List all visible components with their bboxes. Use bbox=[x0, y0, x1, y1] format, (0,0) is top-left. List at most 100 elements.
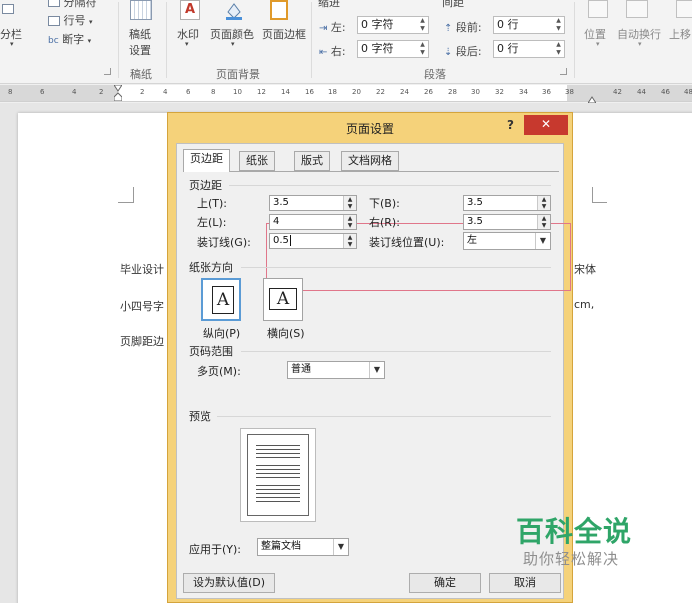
section-title-margins: 页边距 bbox=[189, 179, 222, 192]
ruler-number: 20 bbox=[352, 88, 361, 96]
spacing-after-label: ⇣ 段后: bbox=[444, 45, 482, 58]
spin-icon[interactable]: ▲ ▼ bbox=[553, 41, 564, 57]
ok-button[interactable]: 确定 bbox=[409, 573, 481, 593]
dialog-body: 页边距 纸张 版式 文档网格 页边距 上(T): 3.5 ▲ ▼ 下(B): 3.5… bbox=[176, 143, 571, 599]
paragraph-launcher[interactable] bbox=[560, 68, 567, 75]
chevron-down-icon: ▾ bbox=[596, 40, 600, 48]
ribbon: 分栏 ▾ 分隔符 行号 ▾ bc 断字 ▾ 稿纸 设置 稿纸 A 水印 ▾ 页面… bbox=[0, 0, 692, 84]
page-setup-launcher[interactable] bbox=[104, 68, 111, 75]
page-borders-button[interactable]: 页面边框 bbox=[262, 26, 306, 42]
ribbon-left-icon-top bbox=[2, 4, 14, 17]
bring-forward-icon bbox=[676, 0, 692, 18]
help-button[interactable]: ? bbox=[507, 118, 514, 132]
cancel-button[interactable]: 取消 bbox=[489, 573, 561, 593]
spin-icon[interactable]: ▲ ▼ bbox=[537, 215, 550, 229]
line-numbers-icon bbox=[48, 16, 60, 26]
close-icon: ✕ bbox=[540, 117, 552, 131]
ruler-number: 18 bbox=[328, 88, 337, 96]
apply-to-select[interactable]: 整篇文档 ▼ bbox=[257, 538, 349, 556]
right-margin-label: 右(R): bbox=[369, 216, 400, 229]
ruler-number: 8 bbox=[211, 88, 216, 96]
ruler-number: 12 bbox=[257, 88, 266, 96]
spacing-before-icon: ⇡ bbox=[444, 23, 453, 34]
section-divider bbox=[241, 351, 551, 352]
indent-left-label: ⇥ 左: bbox=[319, 21, 346, 34]
chevron-down-icon: ▾ bbox=[10, 40, 14, 48]
horizontal-ruler[interactable]: 8 6 4 2 2 4 6 8 10 12 14 16 18 20 22 24 … bbox=[0, 84, 692, 104]
watermark-icon: A bbox=[180, 0, 200, 20]
multiple-pages-select[interactable]: 普通 ▼ bbox=[287, 361, 385, 379]
gutter-position-select[interactable]: 左 ▼ bbox=[463, 232, 551, 250]
bottom-margin-label: 下(B): bbox=[369, 197, 400, 210]
draft-paper-button[interactable]: 稿纸 bbox=[129, 26, 151, 42]
left-margin-input[interactable]: 4 ▲ ▼ bbox=[269, 214, 357, 230]
indent-left-input[interactable]: 0 字符 ▲ ▼ bbox=[357, 16, 429, 34]
section-divider bbox=[229, 185, 551, 186]
spin-icon[interactable]: ▲ ▼ bbox=[343, 196, 356, 210]
dialog-titlebar[interactable]: 页面设置 ? ✕ bbox=[168, 113, 572, 143]
spin-icon[interactable]: ▲ ▼ bbox=[537, 196, 550, 210]
draft-paper-button-line2[interactable]: 设置 bbox=[129, 42, 151, 58]
set-default-button[interactable]: 设为默认值(D) bbox=[183, 573, 275, 593]
ruler-number: 6 bbox=[186, 88, 191, 96]
chevron-down-icon: ▾ bbox=[231, 40, 235, 48]
ruler-number: 48 bbox=[684, 88, 692, 96]
draft-paper-icon bbox=[130, 0, 152, 20]
spacing-before-input[interactable]: 0 行 ▲ ▼ bbox=[493, 16, 565, 34]
ruler-number: 2 bbox=[99, 88, 104, 96]
hyphenation-icon: bc bbox=[48, 36, 59, 46]
top-margin-label: 上(T): bbox=[197, 197, 228, 210]
indent-right-label: ⇤ 右: bbox=[319, 45, 346, 58]
chevron-down-icon: ▼ bbox=[333, 539, 348, 555]
watermark-logo-title: 百科全说 bbox=[516, 515, 633, 548]
spin-icon[interactable]: ▲ ▼ bbox=[343, 215, 356, 229]
tab-document-grid[interactable]: 文档网格 bbox=[341, 151, 399, 171]
portrait-icon: A bbox=[212, 286, 234, 314]
landscape-label[interactable]: 横向(S) bbox=[267, 325, 305, 341]
tab-paper[interactable]: 纸张 bbox=[239, 151, 275, 171]
position-button[interactable]: 位置 bbox=[584, 26, 606, 42]
preview-page-icon bbox=[247, 434, 309, 516]
landscape-option[interactable]: A bbox=[263, 278, 303, 321]
doc-text-line: 毕业设计 bbox=[120, 263, 164, 276]
ruler-number: 44 bbox=[637, 88, 646, 96]
spin-icon[interactable]: ▲ ▼ bbox=[343, 234, 356, 248]
indent-right-input[interactable]: 0 字符 ▲ ▼ bbox=[357, 40, 429, 58]
ruler-number: 4 bbox=[163, 88, 168, 96]
top-margin-input[interactable]: 3.5 ▲ ▼ bbox=[269, 195, 357, 211]
ruler-right-margin bbox=[567, 85, 692, 101]
position-icon bbox=[588, 0, 608, 18]
left-indent-marker[interactable] bbox=[113, 84, 123, 102]
tab-layout[interactable]: 版式 bbox=[294, 151, 330, 171]
section-divider bbox=[241, 267, 551, 268]
spin-icon[interactable]: ▲ ▼ bbox=[417, 41, 428, 57]
spacing-after-input[interactable]: 0 行 ▲ ▼ bbox=[493, 40, 565, 58]
right-indent-marker[interactable] bbox=[587, 93, 597, 104]
group-label-draft: 稿纸 bbox=[130, 68, 152, 81]
spin-icon[interactable]: ▲ ▼ bbox=[417, 17, 428, 33]
right-margin-input[interactable]: 3.5 ▲ ▼ bbox=[463, 214, 551, 230]
gutter-position-label: 装订线位置(U): bbox=[369, 236, 445, 249]
ruler-number: 32 bbox=[495, 88, 504, 96]
gutter-input[interactable]: 0.5 ▲ ▼ bbox=[269, 233, 357, 249]
bottom-margin-input[interactable]: 3.5 ▲ ▼ bbox=[463, 195, 551, 211]
doc-text-line: cm, bbox=[574, 298, 595, 311]
close-button[interactable]: ✕ bbox=[524, 115, 568, 135]
hyphenation-button[interactable]: bc 断字 ▾ bbox=[48, 31, 91, 47]
portrait-label[interactable]: 纵向(P) bbox=[203, 325, 240, 341]
group-label-background: 页面背景 bbox=[216, 68, 260, 81]
section-title-pages: 页码范围 bbox=[189, 345, 233, 358]
portrait-option[interactable]: A bbox=[201, 278, 241, 321]
tab-margins[interactable]: 页边距 bbox=[183, 149, 230, 172]
breaks-icon bbox=[48, 0, 60, 7]
bring-forward-button[interactable]: 上移 bbox=[669, 26, 691, 42]
wrap-text-icon bbox=[626, 0, 648, 18]
indent-left-icon: ⇥ bbox=[319, 23, 328, 34]
breaks-button[interactable]: 分隔符 bbox=[48, 0, 97, 10]
indent-right-icon: ⇤ bbox=[319, 47, 328, 58]
spacing-before-label: ⇡ 段前: bbox=[444, 21, 482, 34]
left-margin-label: 左(L): bbox=[197, 216, 227, 229]
line-numbers-button[interactable]: 行号 ▾ bbox=[48, 12, 93, 28]
spin-icon[interactable]: ▲ ▼ bbox=[553, 17, 564, 33]
group-label-paragraph: 段落 bbox=[424, 68, 446, 81]
